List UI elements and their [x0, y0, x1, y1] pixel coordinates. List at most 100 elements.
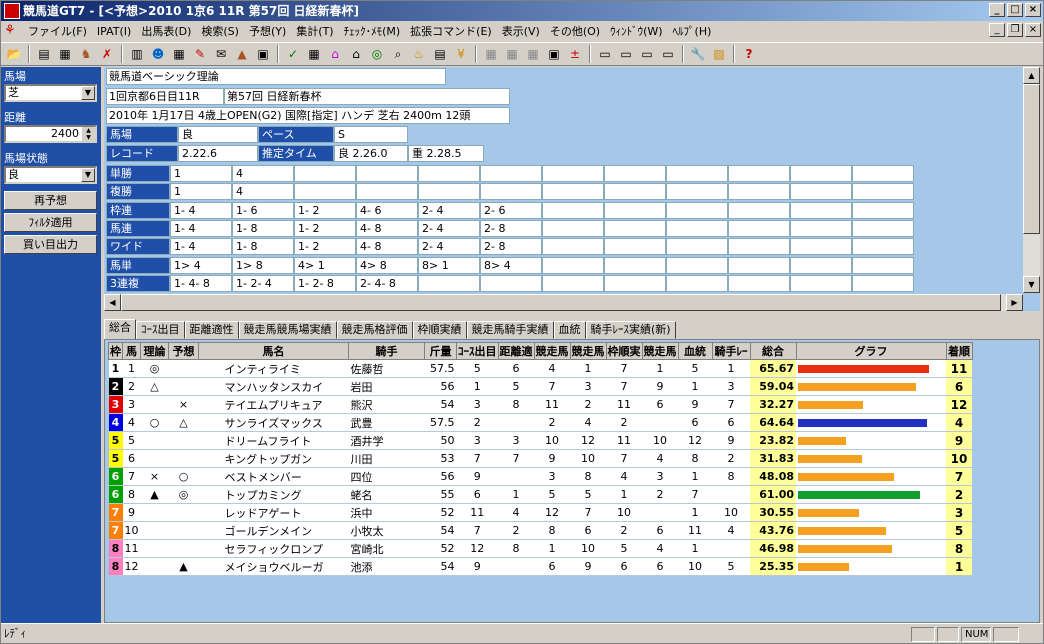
table-row[interactable]: 1 1 ◎ インティライミ 佐藤哲 57.5 5 6 4 1 7 1 5 1 65.67 11: [108, 359, 972, 378]
image-icon[interactable]: ▨: [709, 44, 729, 64]
folder-icon[interactable]: 📂: [4, 44, 24, 64]
window-icon-2[interactable]: ▭: [616, 44, 636, 64]
column-header[interactable]: 馬: [122, 342, 141, 360]
menu-view[interactable]: 表示(V): [497, 23, 545, 39]
score-cell: 4: [498, 503, 534, 522]
column-header[interactable]: 距離適: [497, 342, 535, 360]
tools-icon[interactable]: ✗: [97, 44, 117, 64]
plus-minus-icon[interactable]: ±: [565, 44, 585, 64]
cup-icon[interactable]: ♨: [409, 44, 429, 64]
horse-icon[interactable]: ♞: [76, 44, 96, 64]
tab-horse-track[interactable]: 競走馬競馬場実績: [238, 321, 337, 339]
condition-select[interactable]: 良 ▼: [4, 166, 97, 184]
menu-ipat[interactable]: IPAT(I): [92, 25, 136, 38]
column-header[interactable]: 斤量: [424, 342, 457, 360]
mdi-close-button[interactable]: ×: [1025, 23, 1041, 37]
table-row[interactable]: 5 6 キングトップガン 川田 53 7 7 9 10 7 4 8 2 31.83 10: [108, 449, 972, 468]
table-row[interactable]: 8 11 セラフィックロンプ 宮崎北 52 12 8 1 10 5 4 1 46.98 8: [108, 539, 972, 558]
menu-extensions[interactable]: 拡張コマンド(E): [405, 23, 497, 39]
column-header[interactable]: グラフ: [795, 342, 947, 360]
column-header[interactable]: 競走馬: [569, 342, 607, 360]
globe-icon[interactable]: ◎: [367, 44, 387, 64]
grid-icon[interactable]: ▦: [304, 44, 324, 64]
column-header[interactable]: 枠順実: [605, 342, 643, 360]
column-header[interactable]: 競走馬: [533, 342, 571, 360]
minimize-button[interactable]: _: [989, 3, 1005, 17]
table-icon[interactable]: ▦: [169, 44, 189, 64]
column-header[interactable]: 騎手: [348, 342, 425, 360]
jockey-icon[interactable]: ☻: [148, 44, 168, 64]
column-header[interactable]: 総合: [749, 342, 797, 360]
tab-course[interactable]: ｺｰｽ出目: [136, 321, 185, 339]
column-header[interactable]: 騎手ﾚｰ: [711, 342, 751, 360]
edit-icon[interactable]: ✎: [190, 44, 210, 64]
menu-other[interactable]: その他(O): [545, 23, 605, 39]
column-header[interactable]: ｺｰｽ出目: [456, 342, 499, 360]
list-icon[interactable]: ▤: [34, 44, 54, 64]
house-icon[interactable]: ⌂: [325, 44, 345, 64]
table-row[interactable]: 6 8 ▲ ◎ トップカミング 蛯名 55 6 1 5 5 1 2 7 61.00 2: [108, 485, 972, 504]
track-label: 馬場: [4, 70, 26, 83]
wrench-icon[interactable]: 🔧: [688, 44, 708, 64]
menu-check-memo[interactable]: ﾁｪｯｸ･ﾒﾓ(M): [339, 23, 406, 39]
window-icon-3[interactable]: ▭: [637, 44, 657, 64]
score-cell: 11: [606, 431, 642, 450]
save-icon[interactable]: ▣: [544, 44, 564, 64]
search-icon[interactable]: ⌕: [388, 44, 408, 64]
column-header[interactable]: 血統: [677, 342, 713, 360]
vertical-scrollbar[interactable]: ▲ ▼: [1023, 67, 1040, 293]
column-header[interactable]: 着順: [945, 342, 973, 360]
table-row[interactable]: 7 9 レッドアゲート 浜中 52 11 4 12 7 10 1 10 30.55 3: [108, 503, 972, 522]
column-header[interactable]: 理論: [140, 342, 169, 360]
calendar-icon[interactable]: ▦: [55, 44, 75, 64]
tab-jockey-race[interactable]: 騎手ﾚｰｽ実績(新): [585, 321, 676, 339]
tab-pedigree[interactable]: 血統: [553, 321, 586, 339]
menu-file[interactable]: ファイル(F): [23, 23, 92, 39]
table-row[interactable]: 5 5 ドリームフライト 酒井学 50 3 3 10 12 11 10 12 9 23.82 9: [108, 431, 972, 450]
column-header[interactable]: 競走馬: [641, 342, 679, 360]
repredict-button[interactable]: 再予想: [4, 191, 97, 210]
stats-icon[interactable]: ✓: [283, 44, 303, 64]
mdi-restore-button[interactable]: ❐: [1007, 23, 1023, 37]
book-icon[interactable]: ▣: [253, 44, 273, 64]
tab-horse-class[interactable]: 競走馬格評価: [336, 321, 413, 339]
maximize-button[interactable]: □: [1007, 3, 1023, 17]
menu-entries[interactable]: 出馬表(D): [136, 23, 196, 39]
tab-horse-jockey[interactable]: 競走馬騎手実績: [466, 321, 554, 339]
menu-search[interactable]: 検索(S): [196, 23, 244, 39]
prediction-mark-cell: [168, 359, 199, 378]
close-button[interactable]: ×: [1025, 3, 1041, 17]
horizontal-scrollbar[interactable]: ◀ ▶: [104, 294, 1023, 311]
window-icon-4[interactable]: ▭: [658, 44, 678, 64]
chart-icon[interactable]: ▥: [127, 44, 147, 64]
output-bets-button[interactable]: 買い目出力: [4, 235, 97, 254]
table-row[interactable]: 7 10 ゴールデンメイン 小牧太 54 7 2 8 6 2 6 11 4 43.76 5: [108, 521, 972, 540]
tab-distance[interactable]: 距離適性: [184, 321, 239, 339]
table-row[interactable]: 4 4 ○ △ サンライズマックス 武豊 57.5 2 2 4 2 6 6 64.64 4: [108, 413, 972, 432]
window-icon-1[interactable]: ▭: [595, 44, 615, 64]
column-header[interactable]: 予想: [168, 342, 199, 360]
memo-icon[interactable]: ✉: [211, 44, 231, 64]
distance-spinner[interactable]: 2400 ▲ ▼: [4, 125, 97, 143]
table-row[interactable]: 2 2 △ マンハッタンスカイ 岩田 56 1 5 7 3 7 9 1 3 59.04 6: [108, 377, 972, 396]
hat-icon[interactable]: ▲: [232, 44, 252, 64]
home-icon[interactable]: ⌂: [346, 44, 366, 64]
tab-overall[interactable]: 総合: [104, 319, 136, 339]
column-header[interactable]: 馬名: [198, 342, 349, 360]
menu-tally[interactable]: 集計(T): [291, 23, 338, 39]
menu-window[interactable]: ｳｨﾝﾄﾞｳ(W): [605, 23, 667, 39]
mdi-minimize-button[interactable]: _: [989, 23, 1005, 37]
notebook-icon[interactable]: ▤: [430, 44, 450, 64]
table-row[interactable]: 8 12 ▲ メイショウベルーガ 池添 54 9 6 9 6 6 10 5 25.35 1: [108, 557, 972, 576]
menu-predict[interactable]: 予想(Y): [244, 23, 291, 39]
menu-help[interactable]: ﾍﾙﾌﾟ(H): [668, 23, 717, 39]
track-select[interactable]: 芝 ▼: [4, 84, 97, 102]
help-icon[interactable]: ?: [739, 44, 759, 64]
tab-post[interactable]: 枠順実績: [412, 321, 467, 339]
mdi-child-icon[interactable]: ⚘: [4, 23, 20, 39]
money-icon[interactable]: ¥: [451, 44, 471, 64]
table-row[interactable]: 3 3 × テイエムプリキュア 熊沢 54 3 8 11 2 11 6 9 7 32.27 12: [108, 395, 972, 414]
column-header[interactable]: 枠: [108, 342, 123, 360]
table-row[interactable]: 6 7 × ○ ベストメンバー 四位 56 9 3 8 4 3 1 8 48.08 7: [108, 467, 972, 486]
filter-apply-button[interactable]: ﾌｨﾙﾀ適用: [4, 213, 97, 232]
